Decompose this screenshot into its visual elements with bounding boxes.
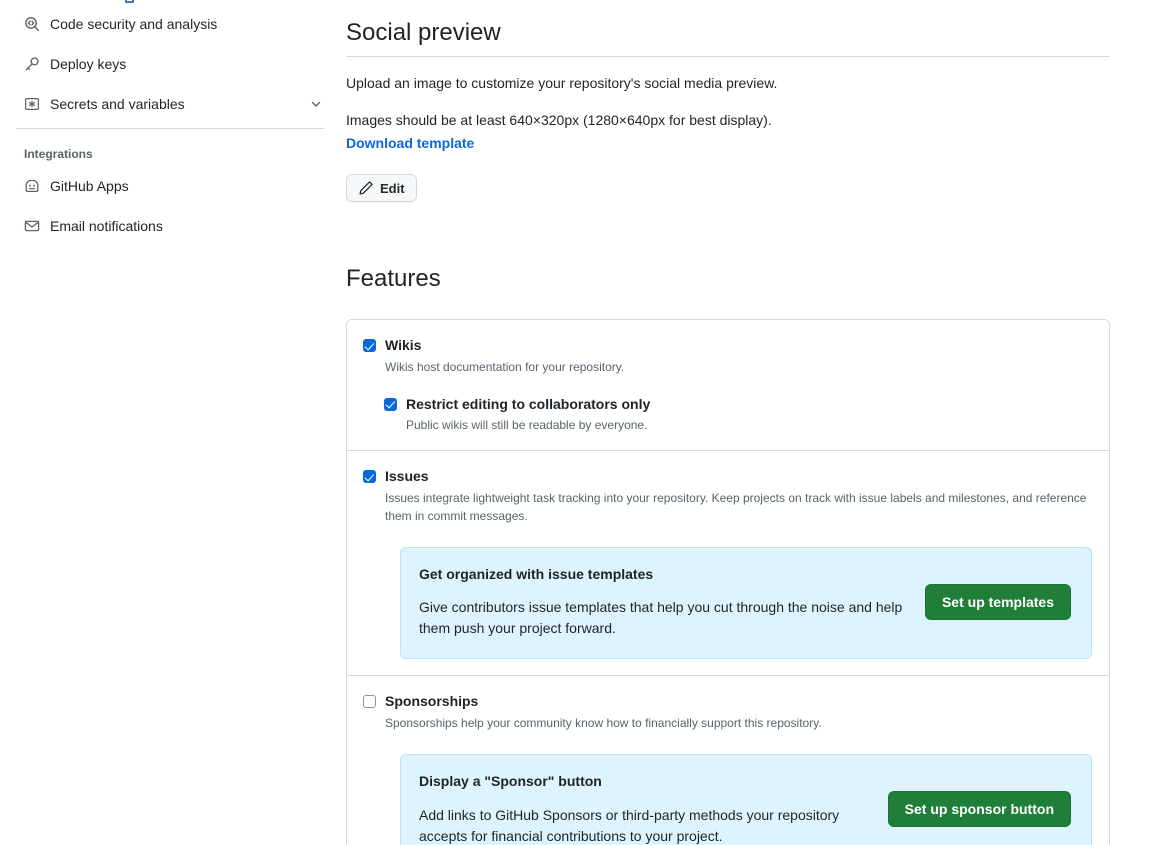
sidebar-gap-3 bbox=[0, 202, 340, 210]
sidebar-item-deploy-keys[interactable]: Deploy keys bbox=[16, 48, 332, 80]
sidebar-item-cutoff bbox=[0, 0, 340, 8]
sidebar-item-label: Email notifications bbox=[50, 218, 163, 234]
issue-templates-callout-text: Give contributors issue templates that h… bbox=[419, 599, 903, 637]
feature-row-sponsorships: Sponsorships Sponsorships help your comm… bbox=[347, 676, 1109, 845]
chevron-down-icon[interactable] bbox=[308, 96, 324, 112]
app-bot-icon bbox=[24, 178, 40, 194]
sidebar-divider bbox=[16, 128, 324, 129]
sidebar-item-secrets-and-variables[interactable]: Secrets and variables bbox=[16, 88, 332, 120]
sidebar-item-label: Code security and analysis bbox=[50, 16, 218, 32]
social-preview-heading: Social preview bbox=[346, 18, 1110, 57]
set-up-templates-button[interactable]: Set up templates bbox=[924, 584, 1071, 621]
social-preview-line2: Images should be at least 640×320px (128… bbox=[346, 112, 772, 128]
issues-checkbox-line[interactable]: Issues bbox=[363, 467, 1093, 487]
features-card: Wikis Wikis host documentation for your … bbox=[346, 319, 1110, 845]
sponsor-button-callout-body: Display a "Sponsor" button Add links to … bbox=[419, 772, 872, 845]
edit-social-preview-button[interactable]: Edit bbox=[346, 174, 417, 202]
sidebar-gap-1 bbox=[0, 40, 340, 48]
sponsor-button-callout-text: Add links to GitHub Sponsors or third-pa… bbox=[419, 806, 840, 844]
settings-content: Social preview Upload an image to custom… bbox=[340, 0, 1156, 845]
code-scan-icon bbox=[24, 16, 40, 32]
secrets-icon bbox=[24, 96, 40, 112]
key-icon bbox=[24, 56, 40, 72]
issues-checkbox[interactable] bbox=[363, 470, 376, 484]
sponsor-button-callout-title: Display a "Sponsor" button bbox=[419, 772, 602, 789]
settings-page: Code security and analysis Deploy keys S… bbox=[0, 0, 1156, 845]
sponsorships-description: Sponsorships help your community know ho… bbox=[385, 715, 822, 730]
feature-row-issues: Issues Issues integrate lightweight task… bbox=[347, 451, 1109, 677]
sponsorships-checkbox-line[interactable]: Sponsorships bbox=[363, 692, 1093, 712]
issues-description: Issues integrate lightweight task tracki… bbox=[385, 490, 1087, 523]
sponsorships-checkbox[interactable] bbox=[363, 695, 376, 709]
issue-templates-callout-title: Get organized with issue templates bbox=[419, 565, 654, 582]
restrict-editing-description: Public wikis will still be readable by e… bbox=[406, 418, 648, 433]
sidebar-item-code-security-and-analysis[interactable]: Code security and analysis bbox=[16, 8, 332, 40]
edit-button-label: Edit bbox=[380, 180, 405, 196]
wikis-checkbox-line[interactable]: Wikis bbox=[363, 336, 1093, 356]
download-template-link[interactable]: Download template bbox=[346, 135, 474, 151]
issues-label: Issues bbox=[385, 468, 429, 485]
set-up-sponsor-button[interactable]: Set up sponsor button bbox=[887, 791, 1071, 828]
restrict-editing-checkbox-line[interactable]: Restrict editing to collaborators only bbox=[384, 395, 1093, 415]
sidebar-item-label: GitHub Apps bbox=[50, 178, 129, 194]
restrict-editing-label: Restrict editing to collaborators only bbox=[406, 395, 651, 412]
social-preview-line1: Upload an image to customize your reposi… bbox=[346, 75, 778, 91]
feature-row-wikis: Wikis Wikis host documentation for your … bbox=[347, 320, 1109, 452]
sidebar-gap-2 bbox=[0, 80, 340, 88]
sidebar-item-label: Secrets and variables bbox=[50, 96, 185, 112]
cutoff-icon-sliver bbox=[125, 0, 134, 3]
wikis-checkbox[interactable] bbox=[363, 339, 376, 352]
mail-icon bbox=[24, 218, 40, 234]
settings-sidebar: Code security and analysis Deploy keys S… bbox=[0, 0, 340, 242]
wikis-nested-option: Restrict editing to collaborators only P… bbox=[363, 395, 1093, 435]
sidebar-section-integrations: Integrations bbox=[24, 147, 93, 161]
features-heading: Features bbox=[346, 265, 441, 292]
issue-templates-callout-body: Get organized with issue templates Give … bbox=[419, 565, 909, 640]
sponsor-button-callout: Display a "Sponsor" button Add links to … bbox=[400, 753, 1092, 845]
sidebar-item-email-notifications[interactable]: Email notifications bbox=[16, 210, 332, 242]
wikis-description: Wikis host documentation for your reposi… bbox=[385, 359, 625, 374]
sidebar-item-github-apps[interactable]: GitHub Apps bbox=[16, 170, 332, 202]
sidebar-item-label: Deploy keys bbox=[50, 56, 127, 72]
issue-templates-callout: Get organized with issue templates Give … bbox=[400, 546, 1092, 660]
restrict-editing-checkbox[interactable] bbox=[384, 397, 397, 411]
wikis-label: Wikis bbox=[385, 337, 422, 353]
sponsorships-label: Sponsorships bbox=[385, 693, 479, 710]
pencil-icon bbox=[358, 180, 374, 196]
